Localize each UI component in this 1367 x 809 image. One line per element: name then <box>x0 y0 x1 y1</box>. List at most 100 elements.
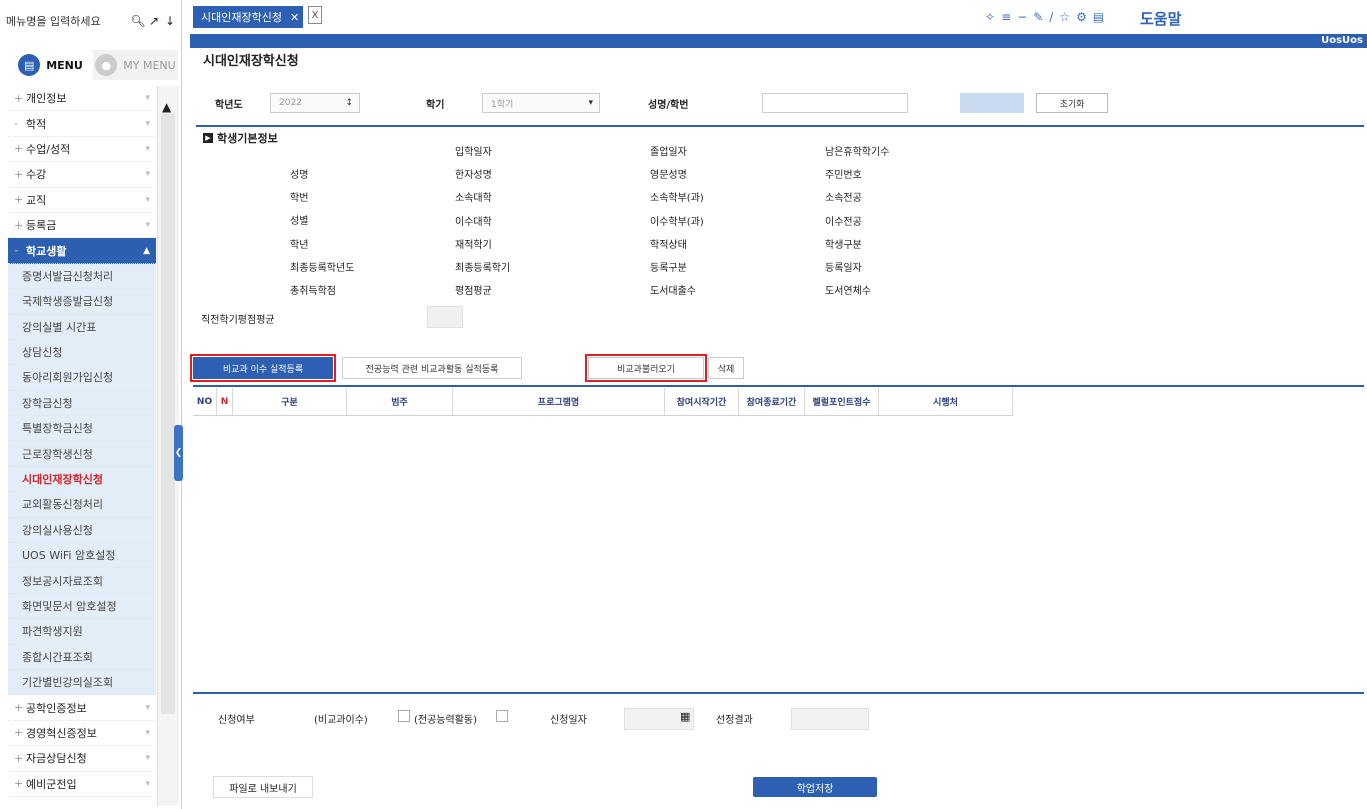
grid-column-header[interactable]: 시행처 <box>879 388 1013 415</box>
apply-option-major: (전공능력활동) <box>414 715 478 726</box>
info-label: 학년 <box>290 239 309 251</box>
star-icon[interactable]: ☆ <box>1059 10 1070 24</box>
sidebar-item[interactable]: + 예비군전입 ▾ <box>8 772 156 797</box>
search-icon[interactable]: 🔍︎ <box>130 14 146 28</box>
menu-search: 메뉴명을 입력하세요 🔍︎ ↗ ↓ <box>6 10 178 32</box>
grid-column-header[interactable]: 구분 <box>233 388 347 415</box>
chevron-down-icon: ▾ <box>145 143 150 154</box>
help-link[interactable]: 도움말 <box>1140 8 1181 29</box>
chevron-down-icon: ▾ <box>145 169 150 180</box>
sidebar-subitem[interactable]: 장학금신청 <box>8 390 156 417</box>
export-file-button[interactable]: 파일로 내보내기 <box>213 776 313 798</box>
reset-button[interactable]: 초기화 <box>1036 93 1108 113</box>
download-icon[interactable]: ↓ <box>162 14 178 28</box>
tab-mymenu[interactable]: ● MY MENU <box>93 50 178 80</box>
list-icon[interactable]: ≡ <box>1001 10 1011 24</box>
grid-column-header[interactable]: N <box>217 388 233 415</box>
expand-icon[interactable]: ✧ <box>985 10 995 24</box>
expand-prefix-icon: + <box>14 777 24 791</box>
load-extracurricular-button[interactable]: 비교과불러오기 <box>585 354 707 382</box>
sidebar-subitem[interactable]: 근로장학생신청 <box>8 441 156 467</box>
info-label: 졸업일자 <box>650 147 687 158</box>
minus-icon[interactable]: − <box>1017 10 1027 24</box>
sidebar-subitem[interactable]: 동아리회원가입신청 <box>8 365 156 391</box>
sidebar-subitem[interactable]: 정보공시자료조회 <box>8 568 156 594</box>
expand-prefix-icon: + <box>14 726 24 740</box>
sidebar-item[interactable]: + 공학인증정보 ▾ <box>8 695 156 721</box>
chevron-down-icon: ▾ <box>145 778 150 789</box>
grid-column-header[interactable]: 참여시작기간 <box>665 388 739 415</box>
close-all-tabs-icon[interactable]: X <box>308 6 322 24</box>
delete-button[interactable]: 삭제 <box>708 357 744 379</box>
sidebar-item[interactable]: + 경영혁신증정보 ▾ <box>8 721 156 747</box>
sidebar-subitem-active[interactable]: 시대인재장학신청 <box>8 466 156 493</box>
settings-icon[interactable]: ⚙ <box>1076 10 1087 24</box>
sidebar-group-school-life[interactable]: - 학교생활 ▲ <box>8 238 156 264</box>
checkbox-major[interactable] <box>496 710 508 722</box>
sidebar-subitem[interactable]: 종합시간표조회 <box>8 644 156 670</box>
chevron-down-icon[interactable]: ▾ <box>588 98 593 108</box>
tab-menu[interactable]: ▤ MENU <box>8 50 93 80</box>
info-label: 이수학부(과) <box>650 216 704 228</box>
stepper-icon[interactable]: ↕ <box>345 98 353 108</box>
menu-tabs: ▤ MENU ● MY MENU <box>8 50 178 80</box>
sidebar-item[interactable]: + 개인정보 ▾ <box>8 86 156 112</box>
save-button[interactable]: 학업저장 <box>753 777 877 797</box>
info-label: 최종등록학기 <box>455 263 511 274</box>
sidebar-subitem[interactable]: 강의실사용신청 <box>8 517 156 544</box>
grid-column-header[interactable]: 범주 <box>347 388 453 415</box>
sidebar-item[interactable]: + 등록금 ▾ <box>8 213 156 239</box>
print-icon[interactable]: ▤ <box>1093 10 1104 24</box>
menu-search-input[interactable]: 메뉴명을 입력하세요 <box>6 13 130 29</box>
term-select[interactable]: 1학기 ▾ <box>482 93 600 113</box>
sidebar-item[interactable]: + 자금상담신청 ▾ <box>8 746 156 772</box>
sidebar-subitem[interactable]: 특별장학금신청 <box>8 416 156 442</box>
menu-item-label: 근로장학생신청 <box>22 447 93 461</box>
grid-top-divider <box>193 385 1364 387</box>
grid-column-header[interactable]: 렐럴포인트점수 <box>805 388 879 415</box>
sidebar-subitem[interactable]: 기간별빈강의실조회 <box>8 669 156 696</box>
name-input[interactable] <box>762 93 908 113</box>
sidebar-item[interactable]: + 수강 ▾ <box>8 162 156 188</box>
tab-scholarship-label: 시대인재장학신청 <box>201 11 282 24</box>
menu-item-label: 파견학생지원 <box>22 625 83 639</box>
tab-scholarship[interactable]: 시대인재장학신청 ✕ <box>193 6 303 28</box>
sidebar-subitem[interactable]: UOS WiFi 암호설정 <box>8 543 156 569</box>
year-stepper[interactable]: 2022 ↕ <box>270 93 360 113</box>
info-label: 성별 <box>290 216 309 228</box>
apply-label: 신청여부 <box>218 715 255 726</box>
grid-column-header[interactable]: NO <box>193 388 217 415</box>
grid-column-header[interactable]: 참여종료기간 <box>739 388 805 415</box>
info-label: 총취득학점 <box>290 286 336 297</box>
sidebar-subitem[interactable]: 화면및문서 암호설정 <box>8 593 156 620</box>
sidebar-subitem[interactable]: 상담신청 <box>8 339 156 366</box>
edit-icon[interactable]: ✎ <box>1033 10 1043 24</box>
scroll-thumb[interactable] <box>161 114 175 714</box>
sidebar-subitem[interactable]: 국제학생증발급신청 <box>8 289 156 315</box>
menu-item-label: 학적 <box>26 117 47 131</box>
pen-icon[interactable]: ∕ <box>1049 10 1053 24</box>
chevron-down-icon: ▾ <box>145 93 150 104</box>
sidebar-subitem[interactable]: 교외활동신청처리 <box>8 492 156 518</box>
sidebar-subitem[interactable]: 강의실별 시간표 <box>8 314 156 340</box>
tab-mymenu-label: MY MENU <box>123 58 176 72</box>
scroll-up-icon[interactable]: ▲ <box>162 100 171 114</box>
sidebar-item[interactable]: - 학적 ▾ <box>8 111 156 137</box>
chevron-down-icon: ▾ <box>145 220 150 231</box>
menu-item-label: 장학금신청 <box>22 396 73 410</box>
tab-major-activity-register[interactable]: 전공능력 관련 비교과활동 실적등록 <box>342 357 522 379</box>
pin-icon[interactable]: ↗ <box>146 14 162 28</box>
grid-column-header[interactable]: 프로그램명 <box>453 388 665 415</box>
info-label: 남은휴학학기수 <box>825 147 890 158</box>
sidebar-item[interactable]: + 교직 ▾ <box>8 188 156 213</box>
sidebar-subitem[interactable]: 파견학생지원 <box>8 619 156 645</box>
checkbox-extracurricular[interactable] <box>398 710 410 722</box>
sidebar-subitem[interactable]: 증명서발급신청처리 <box>8 263 156 290</box>
calendar-icon[interactable]: ▦ <box>680 710 690 723</box>
tab-close-icon[interactable]: ✕ <box>290 11 299 24</box>
expand-prefix-icon: + <box>14 701 24 715</box>
tab-extracurricular-register[interactable]: 비교과 이수 실적등록 <box>190 354 336 382</box>
collapse-sidebar-handle[interactable]: ❮ <box>174 425 183 481</box>
sidebar-item[interactable]: + 수업/성적 ▾ <box>8 137 156 163</box>
search-button[interactable] <box>960 93 1024 113</box>
